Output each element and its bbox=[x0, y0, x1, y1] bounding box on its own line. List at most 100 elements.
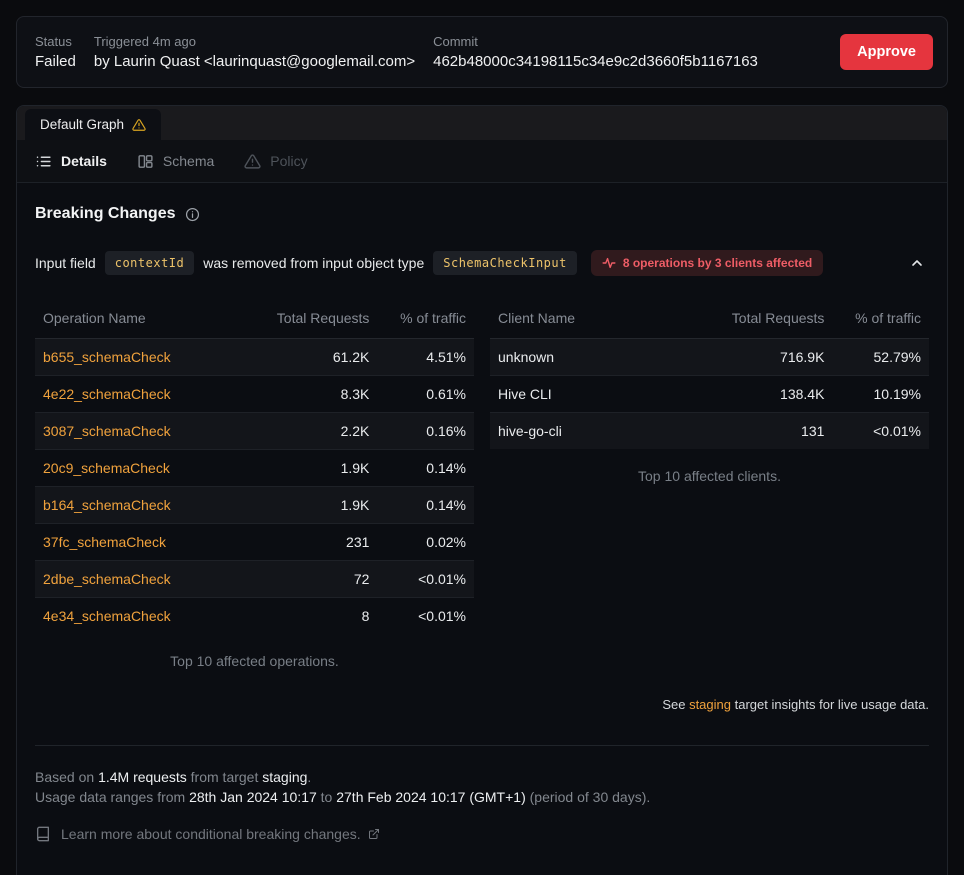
tab-policy-label: Policy bbox=[270, 153, 307, 169]
staging-link[interactable]: staging bbox=[689, 697, 731, 712]
field-code-badge: contextId bbox=[105, 251, 195, 275]
requests-cell: 8 bbox=[255, 598, 378, 635]
triggered-author: by Laurin Quast <laurinquast@googlemail.… bbox=[94, 53, 415, 70]
requests-cell: 1.9K bbox=[255, 487, 378, 524]
clients-table-section: Client Name Total Requests % of traffic … bbox=[490, 298, 929, 669]
triggered-block: Triggered 4m ago by Laurin Quast <laurin… bbox=[94, 34, 415, 70]
requests-cell: 1.9K bbox=[255, 450, 378, 487]
table-row: 4e22_schemaCheck 8.3K 0.61% bbox=[35, 376, 474, 413]
requests-cell: 131 bbox=[710, 413, 833, 450]
info-icon bbox=[185, 207, 200, 222]
status-value: Failed bbox=[35, 53, 76, 70]
breaking-change-row[interactable]: Input field contextId was removed from i… bbox=[35, 250, 929, 276]
operations-header-row: Operation Name Total Requests % of traff… bbox=[35, 298, 474, 339]
warning-triangle-icon bbox=[132, 118, 146, 132]
traffic-cell: 52.79% bbox=[832, 339, 929, 376]
operation-link[interactable]: b655_schemaCheck bbox=[43, 349, 171, 365]
change-text-middle: was removed from input object type bbox=[203, 255, 424, 271]
traffic-cell: 0.14% bbox=[377, 450, 474, 487]
table-row: b164_schemaCheck 1.9K 0.14% bbox=[35, 487, 474, 524]
list-icon bbox=[35, 153, 52, 170]
traffic-cell: 10.19% bbox=[832, 376, 929, 413]
clients-table-body: unknown 716.9K 52.79% Hive CLI 138.4K 10… bbox=[490, 339, 929, 450]
learn-more-label: Learn more about conditional breaking ch… bbox=[61, 824, 361, 844]
clients-header-row: Client Name Total Requests % of traffic bbox=[490, 298, 929, 339]
check-header-card: Status Failed Triggered 4m ago by Laurin… bbox=[16, 16, 948, 88]
requests-cell: 2.2K bbox=[255, 413, 378, 450]
table-row: b655_schemaCheck 61.2K 4.51% bbox=[35, 339, 474, 376]
tab-details[interactable]: Details bbox=[35, 153, 107, 170]
operation-link[interactable]: 37fc_schemaCheck bbox=[43, 534, 166, 550]
traffic-cell: 0.61% bbox=[377, 376, 474, 413]
affected-tables: Operation Name Total Requests % of traff… bbox=[35, 298, 929, 669]
table-row: 2dbe_schemaCheck 72 <0.01% bbox=[35, 561, 474, 598]
requests-cell: 716.9K bbox=[710, 339, 833, 376]
table-row: 4e34_schemaCheck 8 <0.01% bbox=[35, 598, 474, 635]
requests-cell: 8.3K bbox=[255, 376, 378, 413]
range-line: Usage data ranges from 28th Jan 2024 10:… bbox=[35, 787, 929, 807]
table-row: 3087_schemaCheck 2.2K 0.16% bbox=[35, 413, 474, 450]
tab-schema[interactable]: Schema bbox=[137, 153, 214, 170]
type-code-badge: SchemaCheckInput bbox=[433, 251, 577, 275]
chevron-up-icon[interactable] bbox=[905, 251, 929, 275]
usage-footer: Based on 1.4M requests from target stagi… bbox=[35, 746, 929, 844]
operation-link[interactable]: 20c9_schemaCheck bbox=[43, 460, 170, 476]
status-block: Status Failed bbox=[35, 34, 76, 70]
operation-link[interactable]: 2dbe_schemaCheck bbox=[43, 571, 171, 587]
requests-cell: 61.2K bbox=[255, 339, 378, 376]
triggered-label: Triggered 4m ago bbox=[94, 34, 415, 49]
range-to: to bbox=[317, 789, 336, 805]
column-header: Total Requests bbox=[255, 298, 378, 339]
pulse-icon bbox=[602, 256, 616, 270]
schema-icon bbox=[137, 153, 154, 170]
check-detail-card: Default Graph Details bbox=[16, 105, 948, 875]
column-header: Total Requests bbox=[710, 298, 833, 339]
requests-cell: 138.4K bbox=[710, 376, 833, 413]
approve-button[interactable]: Approve bbox=[840, 34, 933, 70]
operations-table: Operation Name Total Requests % of traff… bbox=[35, 298, 474, 634]
graph-tab-label: Default Graph bbox=[40, 117, 124, 132]
tab-details-label: Details bbox=[61, 153, 107, 169]
range-prefix: Usage data ranges from bbox=[35, 789, 189, 805]
section-tabbar: Details Schema Policy bbox=[17, 140, 947, 183]
operation-link[interactable]: 4e22_schemaCheck bbox=[43, 386, 171, 402]
commit-block: Commit 462b48000c34198115c34e9c2d3660f5b… bbox=[433, 34, 758, 70]
operation-link[interactable]: b164_schemaCheck bbox=[43, 497, 171, 513]
range-end: 27th Feb 2024 10:17 (GMT+1) bbox=[336, 789, 526, 805]
based-middle: from target bbox=[187, 769, 262, 785]
impact-badge-label: 8 operations by 3 clients affected bbox=[623, 256, 812, 270]
operation-link[interactable]: 3087_schemaCheck bbox=[43, 423, 171, 439]
breaking-changes-heading: Breaking Changes bbox=[35, 205, 929, 223]
page-title: Breaking Changes bbox=[35, 205, 175, 223]
tab-policy[interactable]: Policy bbox=[244, 153, 307, 170]
table-row: Hive CLI 138.4K 10.19% bbox=[490, 376, 929, 413]
clients-footnote: Top 10 affected clients. bbox=[490, 468, 929, 484]
operations-table-body: b655_schemaCheck 61.2K 4.51% 4e22_schema… bbox=[35, 339, 474, 635]
traffic-cell: <0.01% bbox=[377, 561, 474, 598]
client-name-cell: unknown bbox=[490, 339, 710, 376]
requests-cell: 72 bbox=[255, 561, 378, 598]
tab-default-graph[interactable]: Default Graph bbox=[25, 109, 161, 140]
operation-link[interactable]: 4e34_schemaCheck bbox=[43, 608, 171, 624]
traffic-cell: 0.02% bbox=[377, 524, 474, 561]
client-name-cell: hive-go-cli bbox=[490, 413, 710, 450]
impact-badge: 8 operations by 3 clients affected bbox=[591, 250, 823, 276]
graph-tabstrip: Default Graph bbox=[17, 106, 947, 140]
tab-schema-label: Schema bbox=[163, 153, 214, 169]
traffic-cell: <0.01% bbox=[377, 598, 474, 635]
status-label: Status bbox=[35, 34, 76, 49]
operations-footnote: Top 10 affected operations. bbox=[35, 653, 474, 669]
requests-cell: 231 bbox=[255, 524, 378, 561]
insights-note: See staging target insights for live usa… bbox=[35, 697, 929, 712]
table-row: hive-go-cli 131 <0.01% bbox=[490, 413, 929, 450]
column-header: Operation Name bbox=[35, 298, 255, 339]
based-on-line: Based on 1.4M requests from target stagi… bbox=[35, 767, 929, 787]
table-row: 37fc_schemaCheck 231 0.02% bbox=[35, 524, 474, 561]
details-content: Breaking Changes Input field contextId w… bbox=[17, 183, 947, 844]
traffic-cell: <0.01% bbox=[832, 413, 929, 450]
range-suffix: (period of 30 days). bbox=[526, 789, 651, 805]
table-row: 20c9_schemaCheck 1.9K 0.14% bbox=[35, 450, 474, 487]
external-link-icon bbox=[368, 828, 380, 840]
insights-note-suffix: target insights for live usage data. bbox=[731, 697, 929, 712]
learn-more-link[interactable]: Learn more about conditional breaking ch… bbox=[61, 824, 380, 844]
